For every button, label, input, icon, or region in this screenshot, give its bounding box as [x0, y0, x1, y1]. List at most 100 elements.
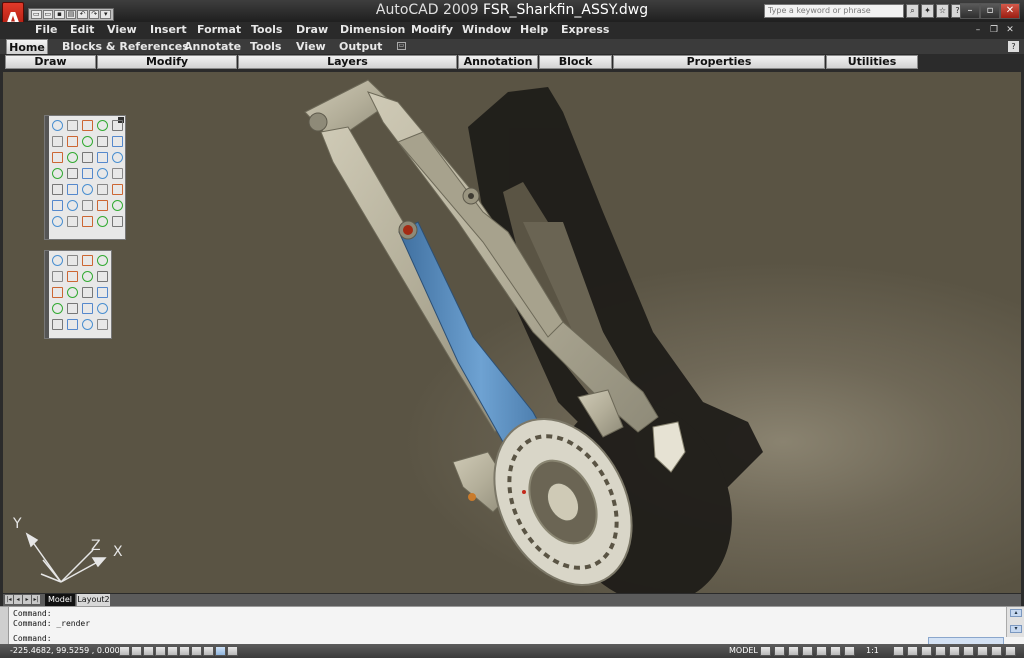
- panel-layers[interactable]: Layers: [238, 55, 457, 69]
- menu-window[interactable]: Window: [462, 23, 511, 36]
- scroll-down-icon[interactable]: ▾: [1010, 625, 1022, 633]
- subscription-center-icon[interactable]: ✦: [921, 4, 934, 18]
- tool-icon[interactable]: [67, 136, 78, 147]
- star-icon[interactable]: ☆: [936, 4, 949, 18]
- tool-icon[interactable]: [52, 319, 63, 330]
- ribbon-minimize-icon[interactable]: ▭: [397, 42, 406, 50]
- tool-icon[interactable]: [82, 152, 93, 163]
- tool-icon[interactable]: [112, 120, 123, 131]
- tool-icon[interactable]: [52, 120, 63, 131]
- tool-icon[interactable]: [112, 136, 123, 147]
- drawing-close-button[interactable]: ✕: [1004, 25, 1016, 36]
- navigation-tool-button[interactable]: [830, 646, 841, 656]
- navigation-tool-button[interactable]: [788, 646, 799, 656]
- menu-file[interactable]: File: [35, 23, 58, 36]
- navigation-tool-button[interactable]: [816, 646, 827, 656]
- navigation-tool-button[interactable]: [774, 646, 785, 656]
- tool-icon[interactable]: [52, 168, 63, 179]
- tool-icon[interactable]: [97, 136, 108, 147]
- tool-icon[interactable]: [52, 255, 63, 266]
- tool-icon[interactable]: [97, 184, 108, 195]
- menu-draw[interactable]: Draw: [296, 23, 328, 36]
- tray-button[interactable]: [1005, 646, 1016, 656]
- tool-icon[interactable]: [67, 184, 78, 195]
- tool-icon[interactable]: [82, 120, 93, 131]
- panel-properties[interactable]: Properties: [613, 55, 825, 69]
- tray-button[interactable]: [977, 646, 988, 656]
- tray-button[interactable]: [921, 646, 932, 656]
- tool-icon[interactable]: [112, 184, 123, 195]
- tool-icon[interactable]: [82, 303, 93, 314]
- menu-view[interactable]: View: [107, 23, 137, 36]
- tool-icon[interactable]: [112, 200, 123, 211]
- tab-home[interactable]: Home: [6, 39, 48, 54]
- status-toggle-button[interactable]: [119, 646, 130, 656]
- annotation-scale[interactable]: 1:1: [866, 646, 879, 655]
- status-toggle-button[interactable]: [155, 646, 166, 656]
- help-icon[interactable]: ?: [1008, 41, 1019, 52]
- tab-output[interactable]: Output: [339, 39, 382, 54]
- scroll-up-icon[interactable]: ▴: [1010, 609, 1022, 617]
- status-toggle-button[interactable]: [203, 646, 214, 656]
- tool-icon[interactable]: [67, 120, 78, 131]
- tool-icon[interactable]: [82, 136, 93, 147]
- tool-icon[interactable]: [52, 287, 63, 298]
- status-toggle-button[interactable]: [191, 646, 202, 656]
- command-prompt[interactable]: Command:: [13, 634, 52, 643]
- tool-icon[interactable]: [97, 200, 108, 211]
- tray-button[interactable]: [991, 646, 1002, 656]
- tool-icon[interactable]: [97, 216, 108, 227]
- menu-insert[interactable]: Insert: [150, 23, 187, 36]
- tool-icon[interactable]: [112, 152, 123, 163]
- tool-icon[interactable]: [52, 271, 63, 282]
- tool-icon[interactable]: [67, 255, 78, 266]
- tool-icon[interactable]: [97, 168, 108, 179]
- panel-modify[interactable]: Modify: [97, 55, 237, 69]
- menu-help[interactable]: Help: [520, 23, 548, 36]
- tool-icon[interactable]: [67, 303, 78, 314]
- menu-edit[interactable]: Edit: [70, 23, 94, 36]
- tool-icon[interactable]: [97, 303, 108, 314]
- tool-icon[interactable]: [67, 319, 78, 330]
- tray-button[interactable]: [963, 646, 974, 656]
- tool-icon[interactable]: [67, 271, 78, 282]
- menu-modify[interactable]: Modify: [411, 23, 453, 36]
- minimize-button[interactable]: –: [960, 3, 980, 19]
- close-button[interactable]: ✕: [1000, 3, 1020, 19]
- tool-icon[interactable]: [82, 168, 93, 179]
- menu-dimension[interactable]: Dimension: [340, 23, 405, 36]
- status-toggle-button[interactable]: [143, 646, 154, 656]
- prev-tab-icon[interactable]: ◂: [14, 595, 22, 604]
- tool-icon[interactable]: [82, 287, 93, 298]
- tool-icon[interactable]: [67, 216, 78, 227]
- tool-icon[interactable]: [52, 136, 63, 147]
- status-toggle-button[interactable]: [167, 646, 178, 656]
- first-tab-icon[interactable]: |◂: [5, 595, 13, 604]
- status-toggle-button[interactable]: [131, 646, 142, 656]
- tray-button[interactable]: [907, 646, 918, 656]
- tool-icon[interactable]: [82, 319, 93, 330]
- tray-button[interactable]: [893, 646, 904, 656]
- tool-icon[interactable]: [52, 303, 63, 314]
- tray-button[interactable]: [935, 646, 946, 656]
- tab-view[interactable]: View: [296, 39, 326, 54]
- navigation-tool-button[interactable]: [760, 646, 771, 656]
- tool-icon[interactable]: [97, 319, 108, 330]
- navigation-tool-button[interactable]: [844, 646, 855, 656]
- command-window-grip[interactable]: [0, 607, 9, 645]
- menu-format[interactable]: Format: [197, 23, 241, 36]
- drawing-viewport[interactable]: Y Z X: [3, 72, 1021, 593]
- tool-icon[interactable]: [82, 200, 93, 211]
- search-icon[interactable]: ⌕: [906, 4, 919, 18]
- model-space-toggle[interactable]: MODEL: [729, 646, 758, 655]
- tab-model[interactable]: Model: [45, 594, 75, 606]
- next-tab-icon[interactable]: ▸: [23, 595, 31, 604]
- tool-icon[interactable]: [82, 184, 93, 195]
- menu-tools[interactable]: Tools: [251, 23, 282, 36]
- tool-icon[interactable]: [112, 168, 123, 179]
- tool-icon[interactable]: [97, 152, 108, 163]
- drawing-restore-button[interactable]: ❐: [988, 25, 1000, 36]
- last-tab-icon[interactable]: ▸|: [32, 595, 40, 604]
- panel-annotation[interactable]: Annotation: [458, 55, 538, 69]
- panel-draw[interactable]: Draw: [5, 55, 96, 69]
